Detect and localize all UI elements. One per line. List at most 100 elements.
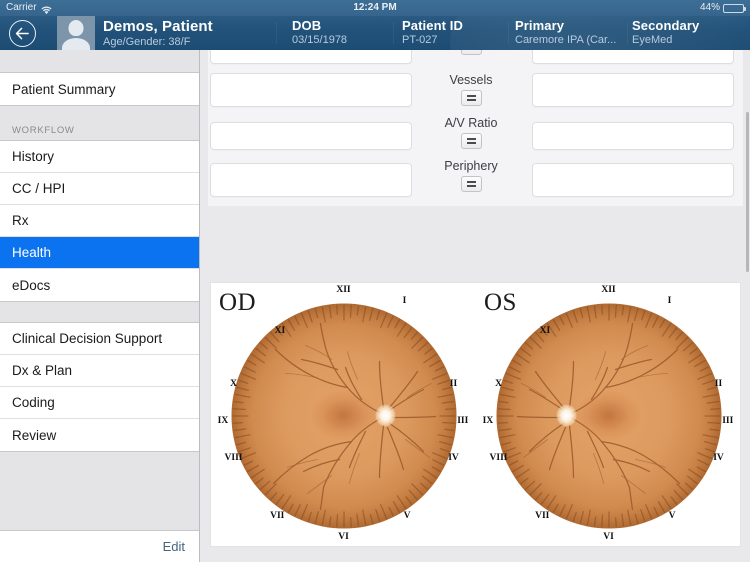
header-field-secondary-insurance: Secondary EyeMed	[632, 18, 744, 46]
sidebar-item-dx-plan[interactable]: Dx & Plan	[0, 355, 199, 387]
sidebar-item-patient-summary[interactable]: Patient Summary	[0, 73, 199, 105]
sidebar-item-edocs[interactable]: eDocs	[0, 269, 199, 301]
clock-hour-xii: XII	[601, 285, 616, 295]
clock-hour-ix: IX	[482, 415, 494, 426]
fundus-os-graphic[interactable]	[496, 303, 721, 528]
macula	[311, 390, 376, 441]
sidebar-section-header-workflow: WORKFLOW	[0, 106, 199, 140]
sidebar-item-label: Review	[12, 427, 57, 443]
clock-hour-vi: VI	[603, 532, 614, 543]
exam-form-panel: Vessels A/V Ratio Periphery	[208, 50, 743, 206]
edit-button[interactable]: Edit	[163, 539, 185, 554]
clock-hour-xii: XII	[336, 285, 351, 295]
clock-hour-ii: II	[449, 378, 458, 389]
exam-row-middle-partial	[412, 50, 530, 55]
header-field-patient-id: Patient ID PT-027	[402, 18, 508, 46]
fundus-od-graphic[interactable]	[231, 303, 456, 528]
clock-hour-x: X	[230, 378, 237, 389]
sidebar-item-rx[interactable]: Rx	[0, 205, 199, 237]
clock-hour-vii: VII	[535, 511, 550, 522]
fundus-drawing-area[interactable]: OD XII I II III IV V VI VII VIII IX X XI…	[210, 282, 741, 547]
health-exam-content: Vessels A/V Ratio Periphery OD XII I II …	[201, 50, 750, 562]
header-field-secondary-value: EyeMed	[632, 34, 673, 46]
sidebar-item-health[interactable]: Health	[0, 237, 199, 269]
sidebar-footer: Edit	[0, 530, 199, 562]
battery-percent-label: 44%	[699, 2, 720, 13]
avatar	[57, 16, 95, 50]
battery-icon	[723, 3, 746, 13]
status-bar-right: 44%	[699, 0, 746, 16]
equals-menu-icon[interactable]	[460, 90, 482, 106]
equals-menu-icon[interactable]	[460, 133, 482, 149]
back-arrow-icon	[15, 27, 29, 40]
sidebar-group-assessment: Clinical Decision Support Dx & Plan Codi…	[0, 322, 199, 452]
clock-hour-xi: XI	[274, 325, 286, 336]
macula	[576, 390, 641, 441]
clock-hour-vii: VII	[270, 511, 285, 522]
sidebar-section-title: WORKFLOW	[12, 125, 75, 136]
patient-header-bar: Demos, Patient Age/Gender: 38/F DOB 03/1…	[0, 16, 750, 50]
sidebar-item-label: Patient Summary	[12, 81, 116, 97]
exam-field-os-periphery[interactable]	[532, 163, 734, 197]
header-field-patient-id-label: Patient ID	[402, 18, 463, 33]
sidebar-mid-gap	[0, 302, 199, 322]
exam-row-middle-vessels: Vessels	[412, 73, 530, 106]
header-field-primary-label: Primary	[515, 18, 565, 33]
clock-hour-ii: II	[714, 378, 723, 389]
exam-field-os-av-ratio[interactable]	[532, 122, 734, 150]
ipad-emr-screen: Carrier 12:24 PM 44% Demos, Patient Age/…	[0, 0, 750, 562]
sidebar-item-coding[interactable]: Coding	[0, 387, 199, 419]
fundus-os[interactable]: OS XII I II III IV V VI VII VIII IX X XI	[476, 283, 741, 548]
sidebar-item-label: Rx	[12, 213, 29, 228]
header-field-dob: DOB 03/15/1978	[292, 18, 392, 46]
fundus-od-globe	[231, 303, 456, 528]
sidebar-item-label: eDocs	[12, 277, 51, 293]
exam-row-label-vessels: Vessels	[449, 73, 493, 87]
header-field-secondary-label: Secondary	[632, 18, 700, 33]
clock-hour-v: V	[403, 511, 411, 522]
sidebar-item-review[interactable]: Review	[0, 419, 199, 451]
patient-name: Demos, Patient	[103, 18, 213, 35]
equals-menu-icon[interactable]	[460, 50, 482, 55]
header-field-primary-value: Caremore IPA (Car...	[515, 34, 617, 46]
sidebar-item-clinical-decision-support[interactable]: Clinical Decision Support	[0, 323, 199, 355]
header-field-primary-insurance: Primary Caremore IPA (Car...	[515, 18, 627, 46]
clock-hour-viii: VIII	[224, 452, 243, 463]
exam-row-middle-periphery: Periphery	[412, 159, 530, 192]
header-field-dob-value: 03/15/1978	[292, 34, 348, 46]
status-bar: Carrier 12:24 PM 44%	[0, 0, 750, 16]
sidebar-item-label: CC / HPI	[12, 181, 66, 196]
exam-field-od-partial[interactable]	[210, 50, 412, 64]
exam-row-av-ratio: A/V Ratio	[208, 116, 743, 150]
sidebar-group-workflow: History CC / HPI Rx Health eDocs	[0, 140, 199, 302]
sidebar-item-label: Coding	[12, 395, 55, 410]
exam-field-od-periphery[interactable]	[210, 163, 412, 197]
exam-field-od-vessels[interactable]	[210, 73, 412, 107]
optic-disc	[556, 404, 577, 427]
back-button[interactable]	[9, 20, 36, 47]
patient-identity: Demos, Patient Age/Gender: 38/F	[103, 18, 213, 48]
sidebar-item-history[interactable]: History	[0, 141, 199, 173]
clock-hour-vi: VI	[338, 532, 349, 543]
header-field-dob-label: DOB	[292, 18, 322, 33]
exam-field-os-vessels[interactable]	[532, 73, 734, 107]
sidebar-item-label: Dx & Plan	[12, 363, 73, 378]
header-field-patient-id-value: PT-027	[402, 34, 438, 46]
sidebar-item-cc-hpi[interactable]: CC / HPI	[0, 173, 199, 205]
clock-hour-iii: III	[457, 415, 469, 426]
workflow-sidebar[interactable]: Patient Summary WORKFLOW History CC / HP…	[0, 50, 200, 562]
sidebar-item-label: Clinical Decision Support	[12, 331, 163, 346]
content-scrollbar[interactable]	[746, 112, 749, 272]
equals-menu-icon[interactable]	[460, 176, 482, 192]
fundus-od[interactable]: OD XII I II III IV V VI VII VIII IX X XI	[211, 283, 476, 548]
status-bar-clock: 12:24 PM	[353, 2, 397, 13]
clock-hour-iii: III	[722, 415, 734, 426]
sidebar-group-summary: Patient Summary	[0, 72, 199, 106]
exam-field-od-av-ratio[interactable]	[210, 122, 412, 150]
clock-hour-iv: IV	[713, 452, 724, 463]
sidebar-item-label: Health	[12, 245, 52, 260]
clock-hour-x: X	[495, 378, 502, 389]
exam-field-os-partial[interactable]	[532, 50, 734, 64]
exam-row-middle-av-ratio: A/V Ratio	[412, 116, 530, 149]
exam-row-label-periphery: Periphery	[444, 159, 498, 173]
